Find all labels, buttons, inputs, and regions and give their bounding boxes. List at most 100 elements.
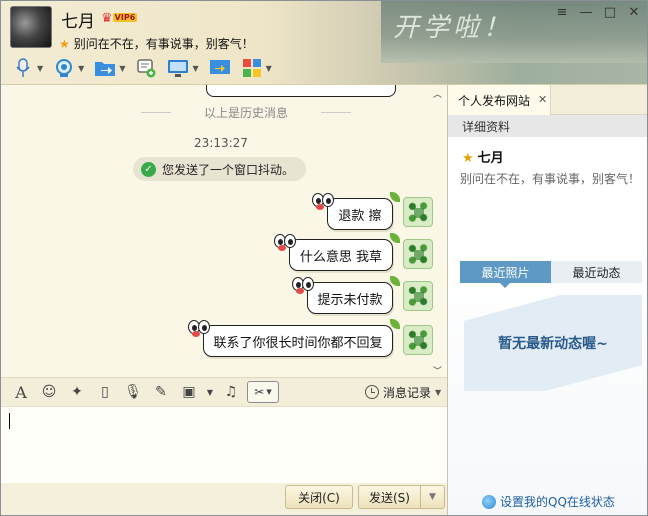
bug-eyes-icon xyxy=(312,191,338,211)
emoji-button[interactable]: ☺ xyxy=(37,381,61,403)
profile-name: 七月 xyxy=(477,151,504,166)
previous-message-bubble xyxy=(206,85,396,97)
scroll-down-arrow-icon[interactable]: ﹀ xyxy=(433,364,442,377)
sms-icon xyxy=(135,57,157,79)
message-bubble[interactable]: 联系了你很长时间你都不回复 xyxy=(188,319,400,357)
close-tab-icon[interactable]: ✕ xyxy=(538,93,547,106)
qq-chat-window: 开学啦！ 七月 ♛ VIP6 ★ 别问在不在，有事说事，别客气！ ≡ — □ ✕ ▼… xyxy=(0,0,648,516)
music-button[interactable]: ♫ xyxy=(219,381,243,403)
camera-icon xyxy=(53,57,75,79)
feed-tabs: 最近照片 最近动态 xyxy=(460,261,642,288)
chevron-down-icon: ▼ xyxy=(192,63,199,73)
sender-avatar[interactable] xyxy=(403,239,433,269)
message-timestamp: 23:13:27 xyxy=(194,136,248,150)
close-window-button[interactable]: ✕ xyxy=(627,5,641,20)
send-options-button[interactable]: ▼ xyxy=(420,485,445,509)
clock-icon xyxy=(365,385,379,399)
message-input[interactable] xyxy=(1,407,447,483)
magic-button[interactable]: ✦ xyxy=(65,381,89,403)
bug-eyes-icon xyxy=(188,318,214,338)
message-text: 提示未付款 xyxy=(317,292,383,308)
side-panel: 个人发布网站 ✕ 详细资料 ★ 七月 别问在不在，有事说事，别客气！ 最近照片 最… xyxy=(447,85,647,515)
chevron-down-icon: ▼ xyxy=(265,63,272,73)
screen-share-icon xyxy=(209,57,231,79)
minimize-button[interactable]: — xyxy=(579,5,593,20)
online-status-label: 设置我的QQ在线状态 xyxy=(500,495,615,509)
leaf-icon xyxy=(390,192,400,202)
skin-text: 开学啦！ xyxy=(393,13,514,43)
apps-icon xyxy=(241,57,263,79)
sender-avatar[interactable] xyxy=(403,197,433,227)
chevron-down-icon: ▼ xyxy=(119,63,126,73)
tab-recent-photos[interactable]: 最近照片 xyxy=(460,261,551,288)
apps-button[interactable]: ▼ xyxy=(238,55,275,81)
message-text: 什么意思 我草 xyxy=(299,249,383,265)
qq-status-icon xyxy=(482,494,496,509)
menu-button[interactable]: ≡ xyxy=(555,5,569,20)
scissors-icon: ✂ xyxy=(254,385,265,399)
chevron-down-icon: ▼ xyxy=(206,387,214,397)
profile-name-row: ★ 七月 xyxy=(462,147,504,166)
vip-label: VIP6 xyxy=(112,13,138,22)
history-divider: 以上是历史消息 xyxy=(141,104,351,121)
chevron-down-icon: ▼ xyxy=(435,387,442,397)
font-button[interactable]: A xyxy=(9,381,33,403)
close-button[interactable]: 关闭(C) xyxy=(285,485,353,509)
image-button[interactable]: ▣ xyxy=(177,381,201,403)
leaf-icon xyxy=(390,233,400,243)
online-status-link[interactable]: 设置我的QQ在线状态 xyxy=(482,493,615,510)
scroll-up-arrow-icon[interactable]: ︿ xyxy=(433,87,442,100)
chevron-down-icon: ▼ xyxy=(266,388,272,396)
chevron-down-icon: ▼ xyxy=(429,492,436,502)
tab-recent-activity[interactable]: 最近动态 xyxy=(551,261,642,283)
folder-transfer-icon xyxy=(94,57,116,79)
send-button[interactable]: 发送(S) xyxy=(358,485,420,509)
tab-profile-site[interactable]: 个人发布网站 xyxy=(448,85,552,115)
sender-avatar[interactable] xyxy=(403,325,433,355)
shake-button[interactable]: ▯ xyxy=(93,381,117,403)
sender-avatar[interactable] xyxy=(403,281,433,311)
window-controls: ≡ — □ ✕ xyxy=(555,5,641,20)
empty-feed-message: 暂无最新动态喔~ xyxy=(464,295,642,391)
chat-toolbar: ▼ ▼ ▼ ▼ ▼ xyxy=(1,53,441,83)
smiley-icon: ☺ xyxy=(41,384,57,400)
microphone-icon: 🎙 xyxy=(124,384,142,400)
chat-history[interactable]: 以上是历史消息 23:13:27 ✓ 您发送了一个窗口抖动。 退款 擦 什么意思 … xyxy=(1,85,447,377)
shake-notice: ✓ 您发送了一个窗口抖动。 xyxy=(133,157,307,181)
section-header: 详细资料 xyxy=(448,115,647,137)
microphone-icon xyxy=(12,57,34,79)
leaf-icon xyxy=(390,319,400,329)
voice-call-button[interactable]: ▼ xyxy=(9,55,46,81)
check-icon: ✓ xyxy=(141,161,156,177)
remote-desktop-icon xyxy=(167,57,189,79)
window-header: 开学啦！ 七月 ♛ VIP6 ★ 别问在不在，有事说事，别客气！ ≡ — □ ✕ ▼… xyxy=(1,1,647,85)
vip-badge[interactable]: ♛ VIP6 xyxy=(101,11,139,26)
window-shake-icon: ▯ xyxy=(101,384,109,400)
video-call-button[interactable]: ▼ xyxy=(50,55,87,81)
leaf-icon xyxy=(390,276,400,286)
message-bubble[interactable]: 什么意思 我草 xyxy=(274,233,400,271)
chevron-down-icon: ▼ xyxy=(78,63,85,73)
contact-nickname[interactable]: 七月 xyxy=(61,7,95,32)
font-icon: A xyxy=(15,382,27,402)
screen-share-button[interactable] xyxy=(206,55,234,81)
shake-notice-text: 您发送了一个窗口抖动。 xyxy=(162,162,295,177)
message-history-button[interactable]: 消息记录 ▼ xyxy=(365,377,441,407)
message-bubble[interactable]: 退款 擦 xyxy=(312,192,400,230)
contact-signature-row: ★ 别问在不在，有事说事，别客气！ xyxy=(59,35,254,52)
message-text: 联系了你很长时间你都不回复 xyxy=(213,335,383,351)
screenshot-button[interactable]: ✂ ▼ xyxy=(247,381,279,403)
contact-avatar[interactable] xyxy=(10,6,52,48)
side-panel-tabbar: 个人发布网站 ✕ xyxy=(448,85,647,115)
message-bubble[interactable]: 提示未付款 xyxy=(292,276,400,314)
doodle-button[interactable]: ✎ xyxy=(149,381,173,403)
music-note-icon: ♫ xyxy=(224,384,238,400)
remote-desktop-button[interactable]: ▼ xyxy=(164,55,201,81)
image-dropdown[interactable]: ▼ xyxy=(205,381,215,403)
sms-button[interactable] xyxy=(132,55,160,81)
star-icon: ★ xyxy=(59,37,70,51)
message-history-label: 消息记录 xyxy=(383,385,432,400)
maximize-button[interactable]: □ xyxy=(603,5,617,20)
file-transfer-button[interactable]: ▼ xyxy=(91,55,128,81)
voice-message-button[interactable]: 🎙 xyxy=(121,381,145,403)
